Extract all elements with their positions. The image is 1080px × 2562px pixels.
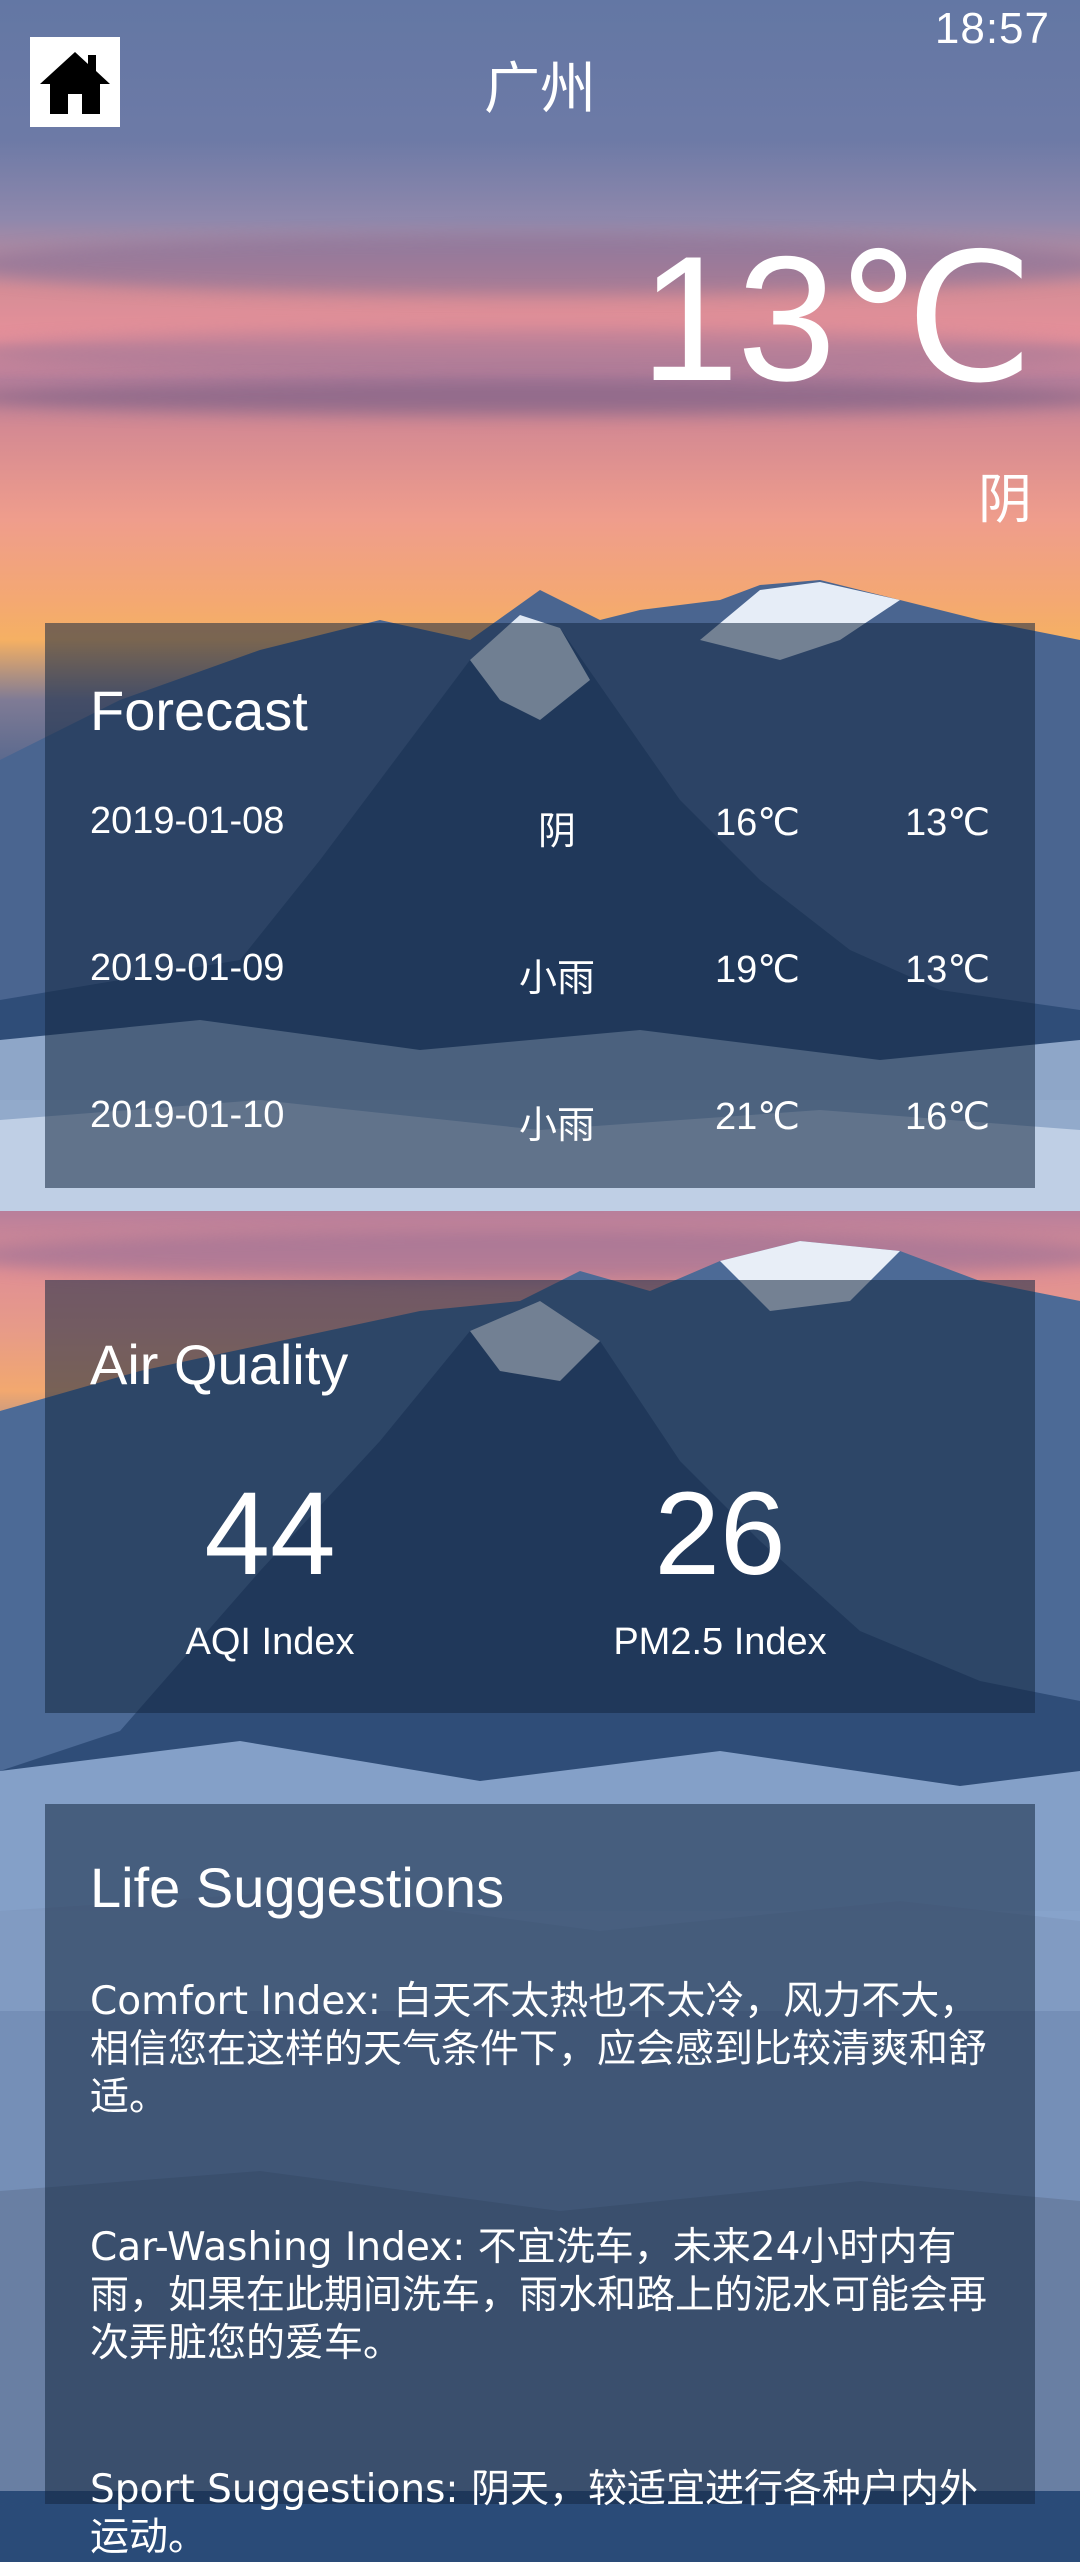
- forecast-min-temp: 13℃: [905, 802, 990, 844]
- forecast-min-temp: 16℃: [905, 1096, 990, 1138]
- forecast-max-temp: 19℃: [715, 949, 800, 991]
- car-wash-suggestion: Car-Washing Index: 不宜洗车，未来24小时内有雨，如果在此期间…: [90, 2225, 988, 2366]
- forecast-condition: 小雨: [518, 1103, 595, 1147]
- forecast-card: Forecast 2019-01-08 阴 16℃ 13℃ 2019-01-09…: [45, 623, 1035, 1188]
- forecast-max-temp: 16℃: [715, 802, 800, 844]
- sport-suggestion: Sport Suggestions: 阴天，较适宜进行各种户内外运动。: [90, 2467, 978, 2560]
- forecast-title: Forecast: [90, 679, 308, 742]
- aqi-label: AQI Index: [185, 1621, 355, 1663]
- current-condition: 阴: [978, 468, 1032, 531]
- forecast-date: 2019-01-09: [90, 947, 285, 989]
- life-suggestions-title: Life Suggestions: [90, 1856, 505, 1919]
- forecast-max-temp: 21℃: [715, 1096, 800, 1138]
- forecast-row: 2019-01-10 小雨 21℃ 16℃: [90, 1094, 990, 1147]
- forecast-condition: 小雨: [518, 956, 595, 1000]
- forecast-row: 2019-01-08 阴 16℃ 13℃: [90, 800, 990, 853]
- forecast-date: 2019-01-08: [90, 800, 285, 842]
- pm25-label: PM2.5 Index: [613, 1621, 827, 1663]
- air-quality-card: Air Quality 44 AQI Index 26 PM2.5 Index: [45, 1280, 1035, 1713]
- pm25-block: 26 PM2.5 Index: [495, 1475, 945, 1664]
- current-temperature: 13℃: [640, 219, 1034, 418]
- forecast-date: 2019-01-10: [90, 1094, 285, 1136]
- aqi-block: 44 AQI Index: [45, 1475, 495, 1664]
- air-quality-title: Air Quality: [90, 1333, 349, 1396]
- city-title: 广州: [484, 57, 596, 122]
- forecast-condition: 阴: [537, 809, 576, 853]
- aqi-value: 44: [204, 1468, 336, 1600]
- life-suggestions-card: Life Suggestions Comfort Index: 白天不太热也不太…: [45, 1804, 1035, 2560]
- forecast-row: 2019-01-09 小雨 19℃ 13℃: [90, 947, 990, 1000]
- comfort-suggestion: Comfort Index: 白天不太热也不太冷，风力不大，相信您在这样的天气条…: [90, 1979, 988, 2120]
- pm25-value: 26: [654, 1468, 786, 1600]
- forecast-min-temp: 13℃: [905, 949, 990, 991]
